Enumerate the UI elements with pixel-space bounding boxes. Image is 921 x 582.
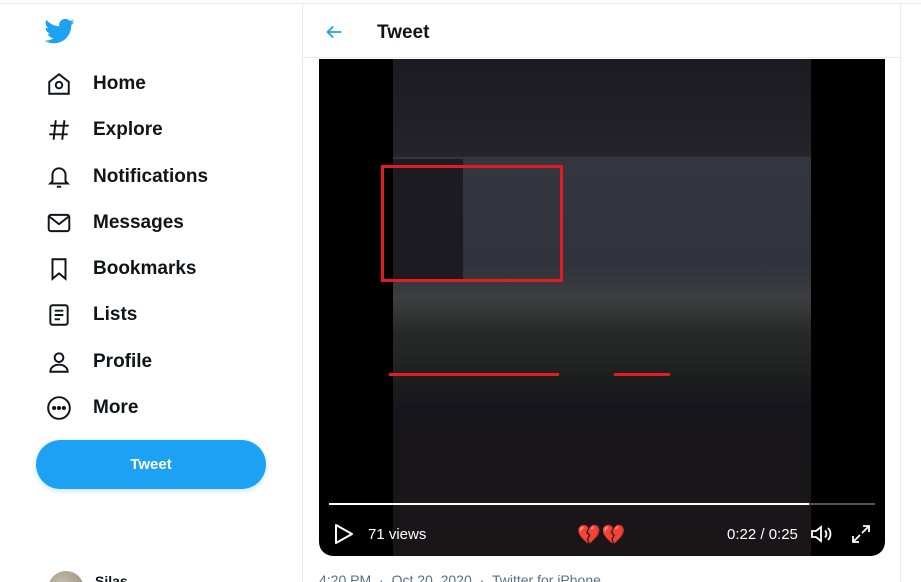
tweet-source[interactable]: Twitter for iPhone: [492, 572, 601, 582]
bookmark-icon: [44, 254, 74, 284]
play-icon[interactable]: [335, 524, 353, 544]
sidebar-item-label: Lists: [93, 304, 138, 325]
hashtag-icon: [44, 115, 74, 145]
page-title: Tweet: [377, 22, 430, 43]
home-icon: [44, 69, 74, 99]
broken-heart-emojis: 💔💔: [577, 525, 627, 546]
twitter-bird-icon[interactable]: [44, 16, 76, 46]
sidebar-item-more[interactable]: More: [44, 388, 138, 428]
volume-icon[interactable]: [809, 522, 833, 546]
sidebar-item-label: Profile: [93, 351, 153, 372]
video-player[interactable]: 71 views 💔💔 0:22 / 0:25: [319, 59, 885, 556]
fullscreen-icon[interactable]: [849, 522, 873, 546]
bell-icon: [44, 162, 74, 192]
sidebar-item-messages[interactable]: Messages: [44, 203, 184, 243]
video-progress-bar[interactable]: [329, 503, 875, 505]
sidebar-item-label: Bookmarks: [93, 258, 197, 279]
sidebar-item-home[interactable]: Home: [44, 64, 146, 104]
tweet-date[interactable]: Oct 20, 2020: [392, 572, 472, 582]
list-icon: [44, 300, 74, 330]
sidebar-item-bookmarks[interactable]: Bookmarks: [44, 249, 197, 289]
red-annotation-line: [389, 373, 559, 376]
sidebar-item-label: Explore: [93, 119, 163, 140]
sidebar-item-label: More: [93, 397, 139, 418]
tweet-timestamp: 4:20 PM · Oct 20, 2020 · Twitter for iPh…: [319, 572, 605, 582]
tweet-time[interactable]: 4:20 PM: [319, 572, 371, 582]
profile-name: Silas: [95, 573, 128, 582]
more-circle-icon: [44, 393, 74, 423]
sidebar-item-label: Home: [93, 73, 146, 94]
sidebar-item-explore[interactable]: Explore: [44, 110, 163, 150]
sidebar: Home Explore Notifications Messages Book…: [0, 0, 302, 582]
sidebar-item-lists[interactable]: Lists: [44, 295, 137, 335]
tweet-button[interactable]: Tweet: [36, 440, 266, 489]
video-progress-fill: [329, 503, 810, 505]
account-switcher[interactable]: Silas: [48, 571, 128, 582]
red-annotation-box: [381, 165, 563, 282]
back-arrow-icon[interactable]: [323, 21, 345, 43]
person-icon: [44, 347, 74, 377]
sidebar-item-profile[interactable]: Profile: [44, 342, 152, 382]
separator: ·: [479, 572, 485, 582]
main-column: Tweet 71 views 💔💔 0:22 / 0:25 4:20 PM · …: [302, 4, 901, 582]
avatar: [48, 571, 84, 582]
video-time: 0:22 / 0:25: [727, 526, 798, 543]
separator: ·: [379, 572, 384, 582]
video-crowd: [393, 309, 811, 393]
sidebar-item-label: Notifications: [93, 166, 209, 187]
page-header: Tweet: [303, 4, 900, 58]
red-annotation-line: [614, 373, 670, 376]
view-count: 71 views: [368, 526, 427, 543]
sidebar-item-label: Messages: [93, 212, 184, 233]
sidebar-item-notifications[interactable]: Notifications: [44, 157, 208, 197]
envelope-icon: [44, 208, 74, 238]
